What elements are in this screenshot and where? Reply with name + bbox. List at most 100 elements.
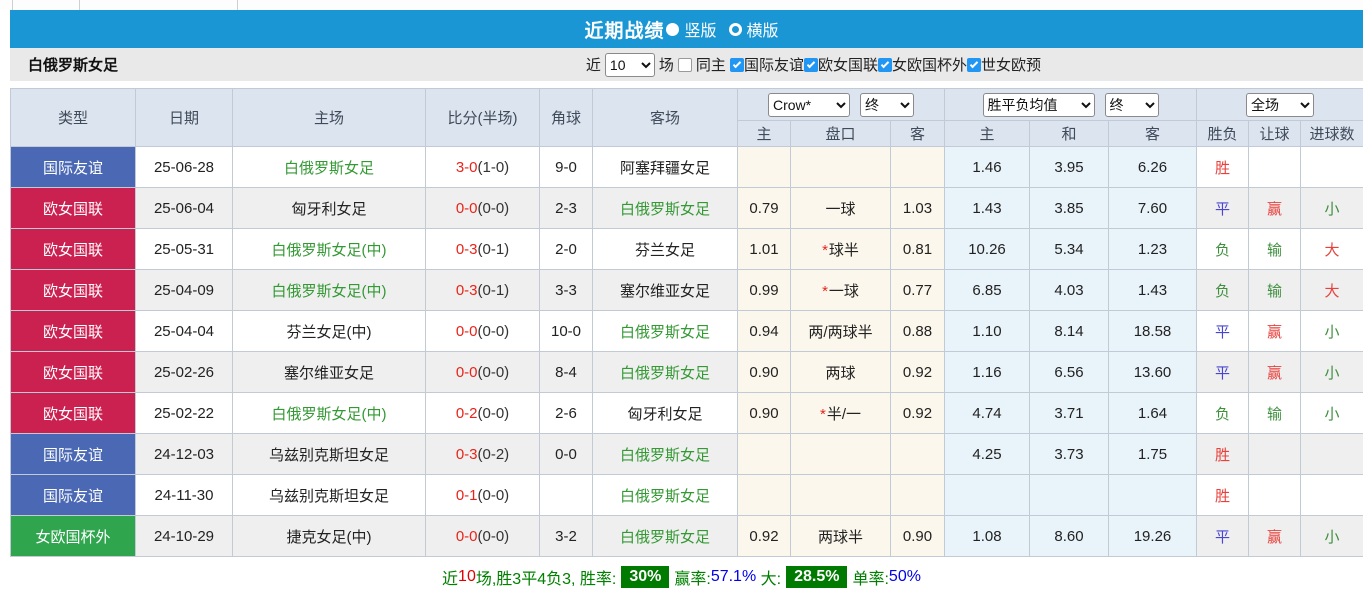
league-checkbox-label: 女欧国杯外	[892, 54, 967, 75]
outcome: 负	[1197, 229, 1249, 270]
away-team: 白俄罗斯女足	[593, 311, 738, 352]
corners: 2-3	[540, 188, 593, 229]
goals-result: 大	[1301, 270, 1363, 311]
away-team: 阿塞拜疆女足	[593, 147, 738, 188]
goals-result: 小	[1301, 352, 1363, 393]
sub-col-header: 让球	[1249, 121, 1301, 147]
bookmaker-header-group: Crow* 终	[738, 89, 945, 121]
avg-away: 1.23	[1109, 229, 1197, 270]
avg-away: 6.26	[1109, 147, 1197, 188]
match-row: 国际友谊24-11-30乌兹别克斯坦女足0-1(0-0)白俄罗斯女足胜	[11, 475, 1363, 516]
outcome: 负	[1197, 393, 1249, 434]
col-header-corners: 角球	[540, 89, 593, 147]
sub-col-header: 主	[945, 121, 1030, 147]
odds-away: 0.92	[891, 393, 945, 434]
away-team: 白俄罗斯女足	[593, 352, 738, 393]
goals-result	[1301, 475, 1363, 516]
goals-result: 小	[1301, 393, 1363, 434]
handicap: 一球	[791, 188, 891, 229]
match-date: 25-04-04	[136, 311, 233, 352]
page-title: 近期战绩	[584, 16, 664, 43]
competition-type-badge: 欧女国联	[11, 393, 136, 434]
league-checkbox[interactable]	[804, 58, 818, 72]
page-top-strip	[0, 0, 1363, 10]
match-row: 欧女国联25-04-04芬兰女足(中)0-0(0-0)10-0白俄罗斯女足0.9…	[11, 311, 1363, 352]
outcome: 胜	[1197, 434, 1249, 475]
avg-home: 1.16	[945, 352, 1030, 393]
summary-text: 10	[458, 568, 476, 586]
summary-text: 近	[442, 565, 458, 589]
avg-draw: 8.14	[1030, 311, 1109, 352]
match-row: 欧女国联25-06-04匈牙利女足0-0(0-0)2-3白俄罗斯女足0.79一球…	[11, 188, 1363, 229]
bookmaker-state-select[interactable]: 终	[860, 93, 914, 117]
avg-home: 1.46	[945, 147, 1030, 188]
summary-text: 赢率:	[674, 565, 710, 589]
league-checkbox[interactable]	[878, 58, 892, 72]
avg-away: 18.58	[1109, 311, 1197, 352]
avg-home: 1.10	[945, 311, 1030, 352]
avg-draw: 5.34	[1030, 229, 1109, 270]
away-team: 匈牙利女足	[593, 393, 738, 434]
summary-badge: 30%	[621, 566, 669, 588]
handicap: *球半	[791, 229, 891, 270]
avg-draw: 3.85	[1030, 188, 1109, 229]
outcome: 平	[1197, 311, 1249, 352]
avg-home: 1.08	[945, 516, 1030, 557]
score: 0-0(0-0)	[426, 352, 540, 393]
scope-header-group: 全场	[1197, 89, 1363, 121]
home-team: 白俄罗斯女足(中)	[233, 270, 426, 311]
match-date: 25-02-22	[136, 393, 233, 434]
bookmaker-select[interactable]: Crow*	[768, 93, 850, 117]
league-checkbox[interactable]	[730, 58, 744, 72]
competition-type-badge: 欧女国联	[11, 188, 136, 229]
league-checkbox-label: 国际友谊	[744, 54, 804, 75]
match-date: 24-12-03	[136, 434, 233, 475]
score: 0-3(0-1)	[426, 229, 540, 270]
odds-home: 0.99	[738, 270, 791, 311]
same-home-checkbox[interactable]	[678, 58, 692, 72]
away-team: 白俄罗斯女足	[593, 188, 738, 229]
match-date: 25-02-26	[136, 352, 233, 393]
avg-away: 1.75	[1109, 434, 1197, 475]
home-team: 白俄罗斯女足	[233, 147, 426, 188]
odds-away: 0.81	[891, 229, 945, 270]
scope-select[interactable]: 全场	[1246, 93, 1314, 117]
outcome: 平	[1197, 352, 1249, 393]
avg-state-select[interactable]: 终	[1105, 93, 1159, 117]
sub-col-header: 盘口	[791, 121, 891, 147]
horizontal-layout-radio[interactable]	[729, 23, 742, 36]
odds-home: 0.92	[738, 516, 791, 557]
corners	[540, 475, 593, 516]
away-team: 白俄罗斯女足	[593, 475, 738, 516]
score: 0-0(0-0)	[426, 188, 540, 229]
near-count-select[interactable]: 10	[605, 53, 655, 77]
league-checkbox-label: 欧女国联	[818, 54, 878, 75]
outcome: 平	[1197, 516, 1249, 557]
odds-away: 1.03	[891, 188, 945, 229]
competition-type-badge: 欧女国联	[11, 270, 136, 311]
odds-away	[891, 475, 945, 516]
avg-header-group: 胜平负均值 终	[945, 89, 1197, 121]
handicap	[791, 147, 891, 188]
odds-away: 0.90	[891, 516, 945, 557]
score: 0-3(0-2)	[426, 434, 540, 475]
competition-type-badge: 国际友谊	[11, 475, 136, 516]
recent-results-header-bar: 近期战绩 竖版 横版	[10, 10, 1363, 48]
horizontal-layout-label: 横版	[747, 17, 779, 41]
league-filter-group: 国际友谊欧女国联女欧国杯外世女欧预	[730, 54, 1041, 75]
avg-select[interactable]: 胜平负均值	[983, 93, 1095, 117]
match-date: 24-10-29	[136, 516, 233, 557]
avg-away: 1.43	[1109, 270, 1197, 311]
sub-col-header: 主	[738, 121, 791, 147]
home-team: 乌兹别克斯坦女足	[233, 475, 426, 516]
match-row: 国际友谊24-12-03乌兹别克斯坦女足0-3(0-2)0-0白俄罗斯女足4.2…	[11, 434, 1363, 475]
vertical-layout-radio[interactable]	[666, 23, 679, 36]
divider	[237, 0, 238, 10]
summary-text: 单率:	[852, 565, 888, 589]
match-row: 欧女国联25-02-26塞尔维亚女足0-0(0-0)8-4白俄罗斯女足0.90两…	[11, 352, 1363, 393]
competition-type-badge: 欧女国联	[11, 229, 136, 270]
handicap: 两球	[791, 352, 891, 393]
filter-band: 白俄罗斯女足 近 10 场 同主 国际友谊欧女国联女欧国杯外世女欧预	[10, 48, 1363, 81]
handicap	[791, 434, 891, 475]
league-checkbox[interactable]	[967, 58, 981, 72]
